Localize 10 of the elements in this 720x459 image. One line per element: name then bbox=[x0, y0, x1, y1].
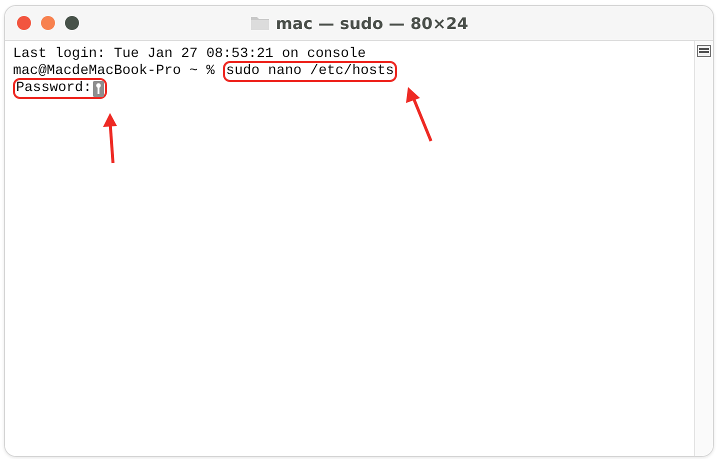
annotation-arrow bbox=[403, 87, 435, 143]
close-button[interactable] bbox=[17, 16, 31, 30]
folder-icon bbox=[250, 15, 270, 31]
highlighted-terminal-text: Password: bbox=[13, 78, 107, 99]
highlighted-terminal-text: sudo nano /etc/hosts bbox=[223, 61, 398, 82]
zoom-button[interactable] bbox=[65, 16, 79, 30]
window-title: mac — sudo — 80×24 bbox=[276, 14, 468, 32]
terminal-text: Last login: Tue Jan 27 08:53:21 on console bbox=[13, 46, 366, 63]
minimize-button[interactable] bbox=[41, 16, 55, 30]
terminal-text: mac@MacdeMacBook-Pro ~ % bbox=[13, 63, 216, 80]
